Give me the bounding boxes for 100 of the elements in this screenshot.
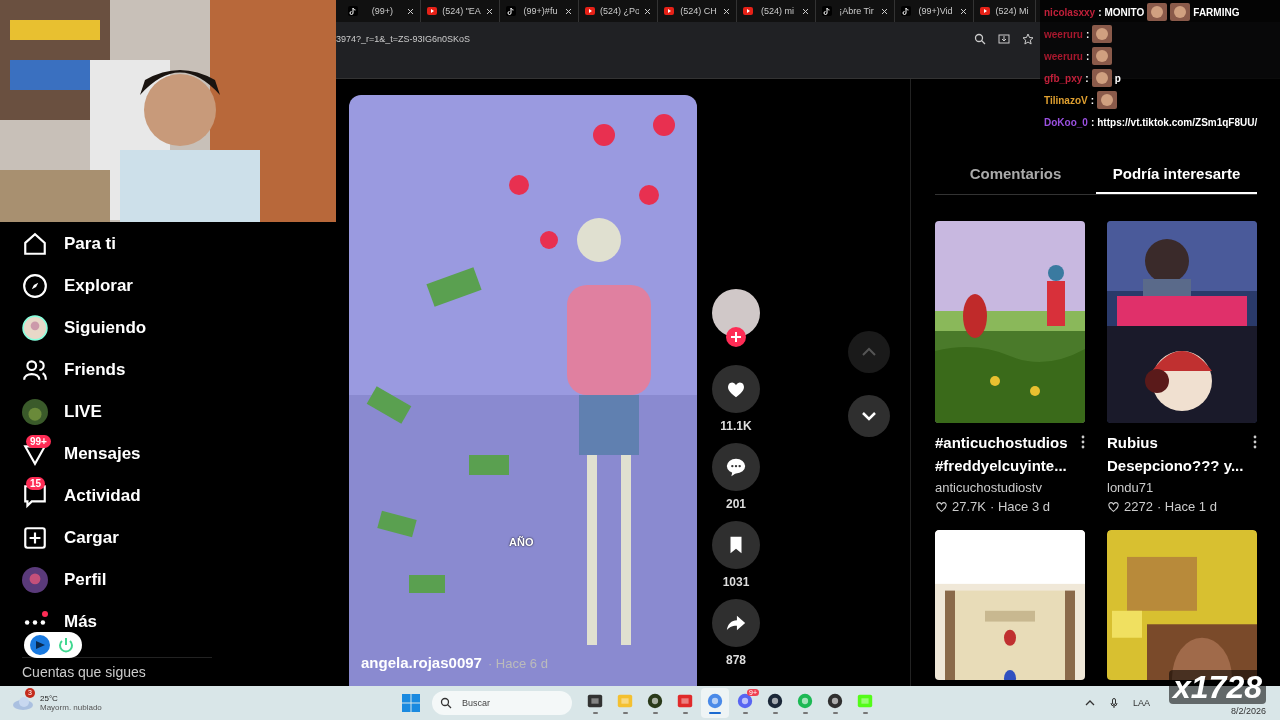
more-icon[interactable]: [1081, 435, 1085, 449]
like-count: 2272: [1124, 499, 1153, 514]
browser-icon[interactable]: [706, 692, 724, 710]
zoom-icon[interactable]: [974, 33, 986, 45]
play-icon: [743, 6, 753, 16]
heart-icon: [935, 500, 948, 513]
clock-date[interactable]: 8/2/2026: [1230, 706, 1266, 716]
windows-icon[interactable]: [586, 692, 604, 710]
close-icon[interactable]: [407, 7, 414, 15]
more-icon: [22, 617, 48, 627]
video-title[interactable]: Rubius Desepciono??? y...: [1107, 431, 1244, 477]
emote-icon: [1091, 69, 1112, 87]
chat-username: nicolasxxy: [1044, 6, 1096, 18]
search-icon: [440, 697, 452, 709]
follow-icon[interactable]: [726, 327, 746, 347]
play-icon: [585, 6, 595, 16]
next-button[interactable]: [848, 395, 890, 437]
chat-username: weeruru: [1044, 28, 1083, 40]
close-icon[interactable]: [644, 7, 651, 15]
close-icon[interactable]: [881, 7, 888, 15]
avatar-icon: [22, 399, 48, 425]
like-count: 27.7K: [952, 499, 986, 514]
play-icon: [664, 6, 674, 16]
search-bar[interactable]: Buscar: [432, 691, 572, 715]
compass-icon: [22, 273, 48, 299]
sidebar-item[interactable]: Perfil: [22, 559, 336, 601]
emote-icon: [1170, 3, 1191, 21]
record-app-icon[interactable]: [826, 692, 844, 710]
install-icon[interactable]: [998, 33, 1010, 45]
author-avatar[interactable]: [712, 289, 760, 337]
home-icon: [22, 231, 48, 257]
chevron-up-icon[interactable]: [1085, 698, 1095, 708]
extension-widget[interactable]: [24, 632, 82, 658]
chat-separator: :: [1098, 6, 1102, 18]
search-field[interactable]: Buscar: [460, 697, 554, 709]
address-field[interactable]: 3974?_r=1&_t=ZS-93IG6n0SKoS: [336, 34, 962, 44]
close-icon[interactable]: [565, 7, 572, 15]
post-time: · Hace 3 d: [990, 499, 1050, 514]
star-icon[interactable]: [1022, 33, 1034, 45]
chat-username: TilinazoV: [1044, 94, 1088, 106]
save-button[interactable]: [712, 521, 760, 569]
action-count: 878: [726, 653, 746, 667]
author-name[interactable]: londu71: [1107, 480, 1257, 495]
more-icon[interactable]: [1253, 435, 1257, 449]
panel-tab[interactable]: Comentarios: [935, 159, 1096, 194]
panel-tab[interactable]: Podría interesarte: [1096, 159, 1257, 194]
chat-separator: :: [1090, 94, 1095, 106]
emote-icon: [1097, 91, 1118, 109]
action-count: 1031: [722, 575, 750, 589]
video-caption: AÑO: [509, 536, 534, 548]
emote-icon: [1147, 3, 1168, 21]
chat-separator: :: [1090, 116, 1095, 128]
chat-username: DoKoo_0: [1044, 116, 1088, 128]
language-indicator[interactable]: LAA: [1133, 698, 1150, 708]
share-button[interactable]: [712, 599, 760, 647]
sidebar-item[interactable]: Cargar: [22, 517, 336, 559]
close-icon[interactable]: [802, 7, 809, 15]
sidebar-item[interactable]: Actividad 15: [22, 475, 336, 517]
chat-username: gfb_pxy: [1044, 72, 1083, 84]
sidebar-item[interactable]: Más: [22, 601, 336, 643]
app-icon[interactable]: [766, 692, 784, 710]
cloud-icon[interactable]: [12, 695, 34, 711]
music-note-icon: [506, 6, 516, 16]
chevron-up-icon: [861, 347, 877, 357]
count-badge: 99+: [26, 435, 51, 448]
chat-separator: :: [1085, 72, 1089, 84]
chat-text: FARMING: [1193, 6, 1240, 18]
emote-icon: [1092, 25, 1113, 43]
music-note-icon: [901, 6, 911, 16]
heart-icon: [1107, 500, 1120, 513]
author-name[interactable]: anticuchostudiostv: [935, 480, 1085, 495]
music-note-icon: [822, 6, 832, 16]
microphone-icon[interactable]: [1109, 698, 1119, 708]
music-note-icon: [348, 6, 358, 16]
like-button[interactable]: [712, 365, 760, 413]
sidebar-item[interactable]: Friends: [22, 349, 336, 391]
avatar-icon: [22, 567, 48, 593]
chat-separator: :: [1085, 50, 1090, 62]
chat-separator: :: [1085, 28, 1090, 40]
close-icon[interactable]: [486, 7, 493, 15]
action-count: 11.1K: [720, 419, 752, 433]
chat-username: weeruru: [1044, 50, 1083, 62]
sidebar-item[interactable]: LIVE: [22, 391, 336, 433]
people-icon: [22, 357, 48, 383]
plus-icon: [22, 525, 48, 551]
comment-button[interactable]: [712, 443, 760, 491]
weather-text: Mayorm. nublado: [40, 703, 102, 712]
close-icon[interactable]: [723, 7, 730, 15]
comment-icon: [725, 456, 747, 478]
sidebar-item[interactable]: Para ti: [22, 223, 336, 265]
chat-text: MONITO: [1104, 6, 1145, 18]
chat-text: p: [1114, 72, 1121, 84]
sidebar-item[interactable]: Mensajes 99+: [22, 433, 336, 475]
sidebar-item[interactable]: Explorar: [22, 265, 336, 307]
video-title[interactable]: #anticuchostudios #freddyelcuyinte...: [935, 431, 1068, 477]
sidebar-item[interactable]: Siguiendo: [22, 307, 336, 349]
app-icon[interactable]: [646, 692, 664, 710]
emote-icon: [1092, 47, 1113, 65]
avatar-icon: [22, 315, 48, 341]
close-icon[interactable]: [960, 7, 967, 15]
